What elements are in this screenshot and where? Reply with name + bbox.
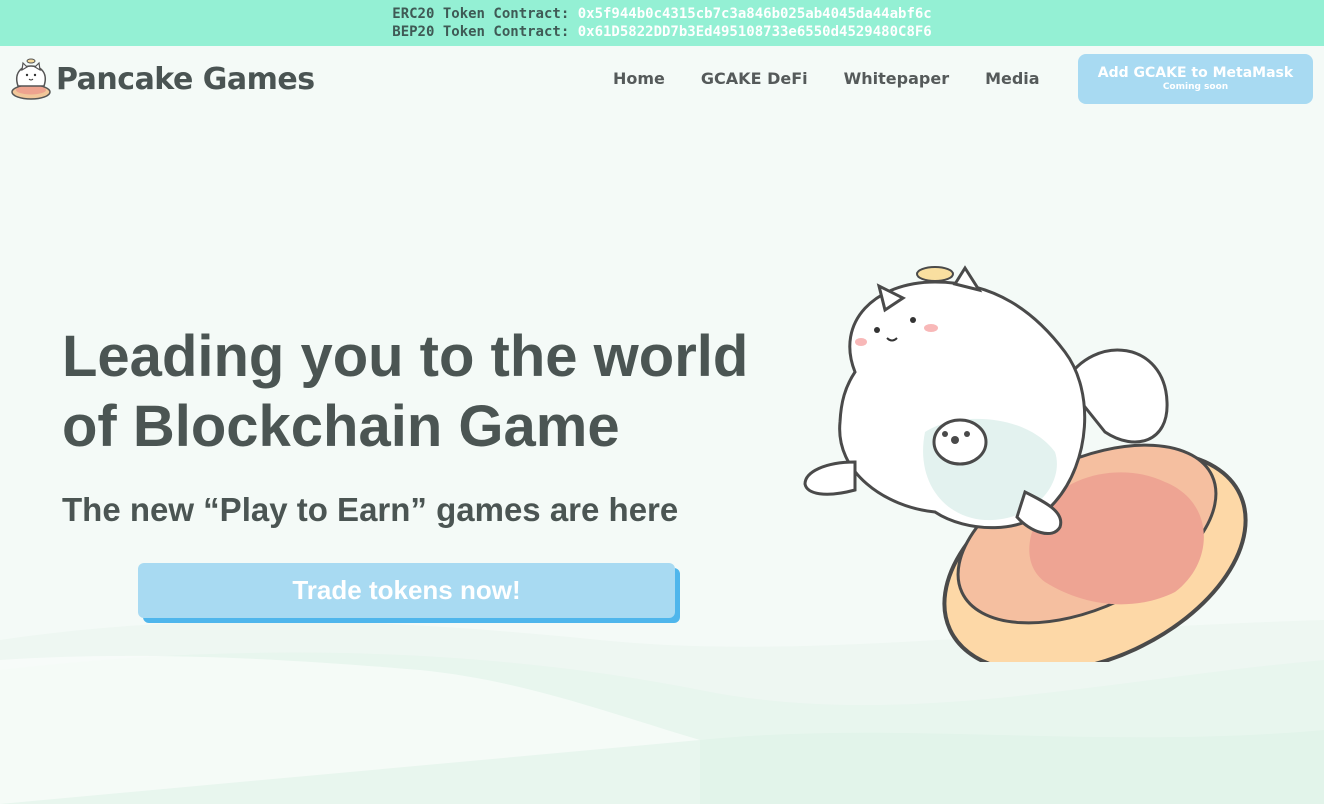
metamask-button-sublabel: Coming soon [1162,82,1229,92]
hero-headline-line1: Leading you to the world [62,324,749,389]
bep20-contract-line: BEP20 Token Contract: 0x61D5822DD7b3Ed49… [392,23,931,41]
nav-media[interactable]: Media [985,69,1040,88]
bep20-contract-label: BEP20 Token Contract: [392,24,570,40]
contract-bar: ERC20 Token Contract: 0x5f944b0c4315cb7c… [0,0,1324,46]
add-to-metamask-button[interactable]: Add GCAKE to MetaMask Coming soon [1078,54,1313,104]
pancake-dog-logo-icon [11,58,51,100]
nav-whitepaper[interactable]: Whitepaper [844,69,949,88]
nav-gcake-defi[interactable]: GCAKE DeFi [701,69,808,88]
main-nav: Home GCAKE DeFi Whitepaper Media [595,66,1058,90]
hero-subheadline: The new “Play to Earn” games are here [62,491,679,528]
erc20-contract-label: ERC20 Token Contract: [392,6,570,22]
nav-home[interactable]: Home [613,69,665,88]
erc20-contract-address[interactable]: 0x5f944b0c4315cb7c3a846b025ab4045da44abf… [578,6,932,22]
bep20-contract-address[interactable]: 0x61D5822DD7b3Ed495108733e6550d4529480C8… [578,24,932,40]
erc20-contract-line: ERC20 Token Contract: 0x5f944b0c4315cb7c… [392,5,931,23]
hero-headline-line2: of Blockchain Game [62,394,620,459]
dog-on-pancake-illustration [803,265,1248,662]
trade-tokens-button[interactable]: Trade tokens now! [138,563,675,618]
brand-name: Pancake Games [56,61,315,97]
metamask-button-label: Add GCAKE to MetaMask [1097,65,1294,81]
site-header: Pancake Games Home GCAKE DeFi Whitepaper… [0,46,1324,110]
brand-logo[interactable]: Pancake Games [10,56,320,102]
hero-headline: Leading you to the world of Blockchain G… [62,322,762,462]
